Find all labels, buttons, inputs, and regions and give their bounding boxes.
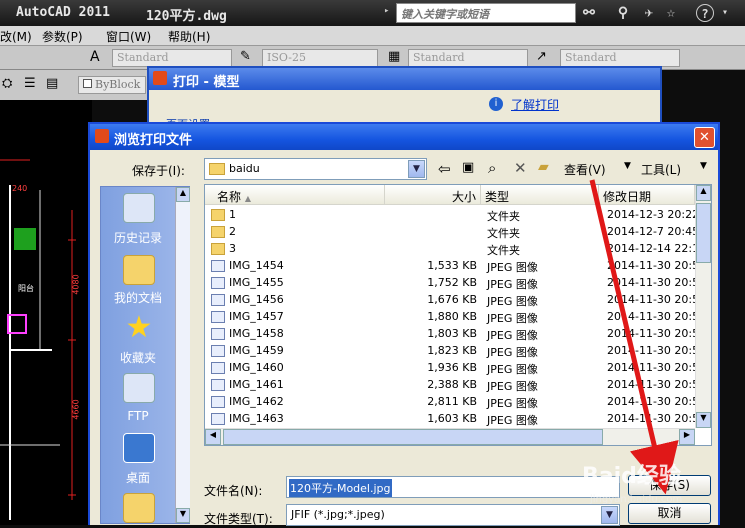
watermark-url: jingyan.baidu.com	[590, 494, 683, 505]
baidu-watermark: Baid经验	[582, 464, 681, 489]
annotation-arrow	[589, 179, 679, 495]
